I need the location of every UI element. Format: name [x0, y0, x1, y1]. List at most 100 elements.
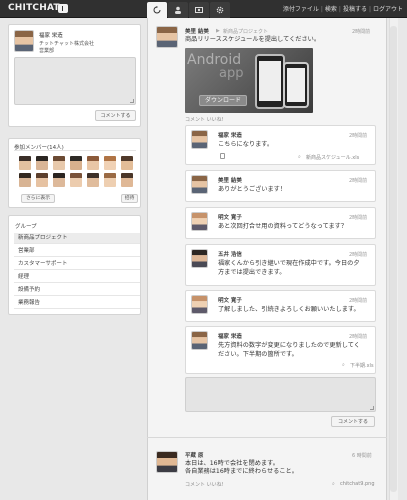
- post-actions[interactable]: コメント いいね!: [185, 481, 224, 488]
- reply-text: 了解しました、引続きよろしくお願いいたします。: [218, 306, 360, 313]
- reply-avatar[interactable]: [191, 331, 208, 350]
- post-image[interactable]: Android app ダウンロード: [185, 48, 313, 113]
- member-avatar[interactable]: [36, 173, 48, 187]
- link-logout[interactable]: ログアウト: [373, 4, 403, 13]
- group-item-facility[interactable]: 設備予約: [14, 285, 140, 296]
- group-item-reports[interactable]: 業務報告: [14, 298, 140, 309]
- user-icon: [175, 6, 181, 14]
- reply-text: 福家くんから引き継いで現在作成中です。今日の夕: [218, 260, 360, 267]
- post-avatar[interactable]: [156, 26, 178, 48]
- post-avatar[interactable]: [156, 451, 178, 473]
- member-avatar[interactable]: [87, 156, 99, 170]
- reply-author[interactable]: 明文 寛子: [218, 296, 242, 304]
- tab-refresh[interactable]: [147, 2, 167, 18]
- group-item-sales[interactable]: 営業部: [14, 246, 140, 257]
- profile-avatar[interactable]: [14, 30, 34, 52]
- member-avatar[interactable]: [19, 173, 31, 187]
- reply-avatar[interactable]: [191, 212, 208, 231]
- reply-author[interactable]: 福家 栄造: [218, 131, 242, 139]
- app-logo[interactable]: CHITCHAT: [8, 3, 60, 13]
- reply-card: 明文 寛子 2時間前 あと次回打合せ用の資料ってどうなってます？: [185, 207, 376, 239]
- resize-grip-icon: [130, 99, 134, 103]
- member-avatar[interactable]: [19, 156, 31, 170]
- reply-author[interactable]: 福家 栄造: [218, 332, 242, 340]
- reply-time: 2時間前: [349, 133, 368, 139]
- reply-text: 方までは提出できます。: [218, 269, 286, 276]
- reply-card: 福家 栄造 2時間前 先方資料の数字が変更になりましたので更新してく ださい。下…: [185, 326, 376, 374]
- member-avatar[interactable]: [104, 156, 116, 170]
- clip-icon: ⌕: [342, 362, 345, 368]
- member-avatar[interactable]: [70, 156, 82, 170]
- link-search[interactable]: 検索: [325, 4, 337, 13]
- clip-icon: ⌕: [332, 481, 335, 487]
- post-attachment[interactable]: chitchat9.png: [340, 481, 375, 487]
- post-comment-button[interactable]: コメントする: [331, 416, 375, 427]
- reply-time: 2時間前: [349, 252, 368, 258]
- group-item-new-product[interactable]: 新商品プロジェクト: [14, 233, 140, 244]
- scrollbar-thumb[interactable]: [390, 26, 397, 492]
- tab-user[interactable]: [168, 2, 188, 18]
- groups-title: グループ: [15, 224, 37, 230]
- reply-avatar[interactable]: [191, 130, 208, 149]
- post-text: 商品リリーススケジュールを提出してください。: [185, 36, 321, 43]
- post-text: 各自業務は16時までに終わらせること。: [185, 468, 298, 475]
- member-avatar[interactable]: [121, 156, 133, 170]
- phone-graphic: [255, 54, 285, 109]
- post-time: 6 時間前: [352, 453, 372, 459]
- reply-text: 先方資料の数字が変更になりましたので更新してく: [218, 342, 360, 349]
- reply-card: 五井 浩信 2時間前 福家くんから引き継いで現在作成中です。今日の夕 方までは提…: [185, 244, 376, 286]
- reply-card: 明文 寛子 2時間前 了解しました、引続きよろしくお願いいたします。: [185, 290, 376, 322]
- image-subtitle: app: [219, 66, 244, 81]
- post-actions[interactable]: コメント いいね!: [185, 116, 224, 123]
- reply-author[interactable]: 五井 浩信: [218, 250, 242, 258]
- reply-author[interactable]: 明文 寛子: [218, 213, 242, 221]
- reply-author[interactable]: 美里 結美: [218, 176, 242, 184]
- reply-attachment[interactable]: 新商品スケジュール.xls: [306, 154, 359, 161]
- member-avatar[interactable]: [53, 156, 65, 170]
- tab-settings[interactable]: [210, 2, 230, 18]
- profile-name[interactable]: 福家 栄造: [39, 31, 63, 39]
- album-icon: [195, 7, 203, 13]
- member-avatar[interactable]: [53, 173, 65, 187]
- post-author[interactable]: 平蔵 原: [185, 451, 203, 459]
- reply-avatar[interactable]: [191, 295, 208, 314]
- members-invite-button[interactable]: 招待: [121, 194, 138, 203]
- reply-attachment[interactable]: 下半期.xls: [350, 362, 374, 369]
- reply-text: こちらになります。: [218, 141, 274, 148]
- member-avatar[interactable]: [36, 156, 48, 170]
- logo-mark-icon: [58, 4, 68, 13]
- resize-grip-icon: [370, 406, 374, 410]
- link-attachments[interactable]: 添付ファイル: [283, 4, 319, 13]
- feed-divider: [147, 437, 387, 438]
- gear-icon: [216, 6, 224, 14]
- reply-avatar[interactable]: [191, 249, 208, 268]
- profile-comment-input[interactable]: [14, 57, 136, 105]
- tab-album[interactable]: [189, 2, 209, 18]
- reply-time: 2時間前: [349, 178, 368, 184]
- link-post[interactable]: 投稿する: [343, 4, 367, 13]
- post-group[interactable]: 新商品プロジェクト: [223, 28, 268, 35]
- trash-icon[interactable]: [220, 153, 225, 159]
- reply-time: 2時間前: [349, 334, 368, 340]
- post-author[interactable]: 美里 結美: [185, 27, 209, 35]
- header-links: 添付ファイル | 検索 | 投稿する | ログアウト: [282, 4, 403, 13]
- top-bar: CHITCHAT 添付ファイル | 検索 | 投稿する | ログアウト: [0, 0, 407, 18]
- reply-card: 美里 結美 2時間前 ありがとうございます！: [185, 170, 376, 202]
- download-button[interactable]: ダウンロード: [199, 95, 247, 106]
- reply-input[interactable]: [185, 377, 376, 412]
- members-card: 参加メンバー(14人) さらに表示 招待: [8, 138, 141, 208]
- post-arrow-icon: ▶: [216, 28, 220, 34]
- group-item-support[interactable]: カスタマーサポート: [14, 259, 140, 270]
- member-avatar[interactable]: [121, 173, 133, 187]
- member-avatar[interactable]: [70, 173, 82, 187]
- reply-time: 2時間前: [349, 298, 368, 304]
- member-avatar[interactable]: [87, 173, 99, 187]
- reply-time: 2時間前: [349, 215, 368, 221]
- members-more-button[interactable]: さらに表示: [21, 194, 55, 203]
- group-item-accounting[interactable]: 経理: [14, 272, 140, 283]
- reply-card: 福家 栄造 2時間前 こちらになります。 ⌕ 新商品スケジュール.xls: [185, 125, 376, 165]
- profile-company: チットチャット株式会社: [39, 41, 94, 47]
- member-avatar[interactable]: [104, 173, 116, 187]
- reply-avatar[interactable]: [191, 175, 208, 194]
- profile-comment-button[interactable]: コメントする: [95, 110, 136, 121]
